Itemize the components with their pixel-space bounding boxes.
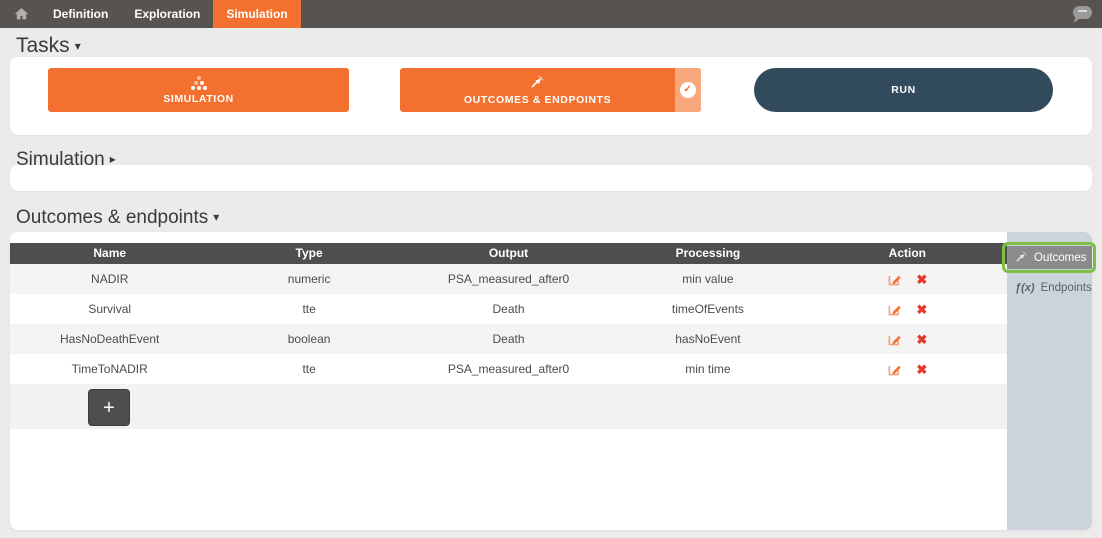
simulation-button-label: SIMULATION (163, 93, 234, 105)
cell-name: TimeToNADIR (10, 362, 209, 376)
cell-name: NADIR (10, 272, 209, 286)
app-window: Definition Exploration Simulation Tasks ▾… (0, 0, 1102, 538)
cell-type: tte (209, 362, 408, 376)
top-nav: Definition Exploration Simulation (0, 0, 1102, 28)
cell-output: PSA_measured_after0 (409, 272, 608, 286)
simulation-panel (10, 165, 1092, 191)
simulation-task-button[interactable]: SIMULATION (48, 68, 349, 112)
cell-output: PSA_measured_after0 (409, 362, 608, 376)
column-header-processing: Processing (608, 243, 807, 264)
sidebar-tab-outcomes-label: Outcomes (1034, 252, 1086, 264)
nav-tab-definition[interactable]: Definition (40, 0, 121, 28)
edit-icon[interactable] (887, 272, 902, 287)
run-button[interactable]: RUN (754, 68, 1053, 112)
outcomes-section-heading[interactable]: Outcomes & endpoints ▾ (16, 207, 219, 229)
table-header: Name Type Output Processing Action (10, 243, 1007, 264)
cell-actions: ✖ (808, 272, 1007, 287)
delete-x-icon[interactable]: ✖ (916, 302, 927, 317)
cell-processing: min time (608, 362, 807, 376)
cell-type: boolean (209, 332, 408, 346)
home-icon[interactable] (13, 6, 30, 22)
cell-actions: ✖ (808, 302, 1007, 317)
column-header-name: Name (10, 243, 209, 264)
edit-icon[interactable] (887, 302, 902, 317)
table-row: HasNoDeathEvent boolean Death hasNoEvent… (10, 324, 1007, 354)
cell-actions: ✖ (808, 332, 1007, 347)
nav-tab-exploration[interactable]: Exploration (121, 0, 213, 28)
nav-tab-simulation[interactable]: Simulation (213, 0, 300, 28)
cell-processing: hasNoEvent (608, 332, 807, 346)
click-target-icon (530, 74, 545, 92)
cell-name: HasNoDeathEvent (10, 332, 209, 346)
cell-type: numeric (209, 272, 408, 286)
tasks-section-heading[interactable]: Tasks ▾ (16, 34, 81, 58)
delete-x-icon[interactable]: ✖ (916, 272, 927, 287)
outcomes-heading-label: Outcomes & endpoints (16, 207, 208, 228)
chevron-right-icon: ▸ (110, 152, 116, 166)
table-body: NADIR numeric PSA_measured_after0 min va… (10, 264, 1007, 384)
delete-x-icon[interactable]: ✖ (916, 332, 927, 347)
add-outcome-button[interactable]: + (88, 389, 130, 426)
table-row: Survival tte Death timeOfEvents ✖ (10, 294, 1007, 324)
outcomes-button-label: OUTCOMES & ENDPOINTS (464, 94, 611, 106)
cell-output: Death (409, 302, 608, 316)
outcomes-sidebar: Outcomes ƒ(x) Endpoints (1007, 232, 1092, 530)
column-header-type: Type (209, 243, 408, 264)
table-row: TimeToNADIR tte PSA_measured_after0 min … (10, 354, 1007, 384)
sidebar-tab-endpoints[interactable]: ƒ(x) Endpoints (1007, 276, 1092, 299)
column-header-action: Action (808, 243, 1007, 264)
check-icon: ✓ (680, 82, 696, 98)
table-row: NADIR numeric PSA_measured_after0 min va… (10, 264, 1007, 294)
fx-icon: ƒ(x) (1015, 282, 1035, 294)
add-outcome-row: + (10, 384, 1007, 429)
cell-processing: min value (608, 272, 807, 286)
cell-name: Survival (10, 302, 209, 316)
cell-type: tte (209, 302, 408, 316)
chat-bubble-icon[interactable] (1073, 6, 1092, 19)
chevron-down-icon: ▾ (213, 210, 219, 224)
outcomes-endpoints-task-button[interactable]: OUTCOMES & ENDPOINTS ✓ (400, 68, 701, 112)
cluster-dots-icon (191, 76, 207, 90)
column-header-output: Output (409, 243, 608, 264)
edit-icon[interactable] (887, 362, 902, 377)
delete-x-icon[interactable]: ✖ (916, 362, 927, 377)
cell-processing: timeOfEvents (608, 302, 807, 316)
tasks-panel: SIMULATION OUTCOMES & ENDPOINTS ✓ RUN (10, 57, 1092, 135)
cell-actions: ✖ (808, 362, 1007, 377)
task-complete-badge: ✓ (675, 68, 701, 112)
cell-output: Death (409, 332, 608, 346)
edit-icon[interactable] (887, 332, 902, 347)
outcomes-button-main: OUTCOMES & ENDPOINTS (400, 68, 675, 112)
sidebar-tab-endpoints-label: Endpoints (1041, 282, 1092, 294)
chevron-down-icon: ▾ (75, 39, 81, 53)
outcomes-panel: Name Type Output Processing Action NADIR… (10, 232, 1092, 530)
sidebar-tab-outcomes[interactable]: Outcomes (1007, 246, 1092, 269)
click-target-icon (1015, 250, 1028, 266)
tasks-heading-label: Tasks (16, 34, 70, 57)
